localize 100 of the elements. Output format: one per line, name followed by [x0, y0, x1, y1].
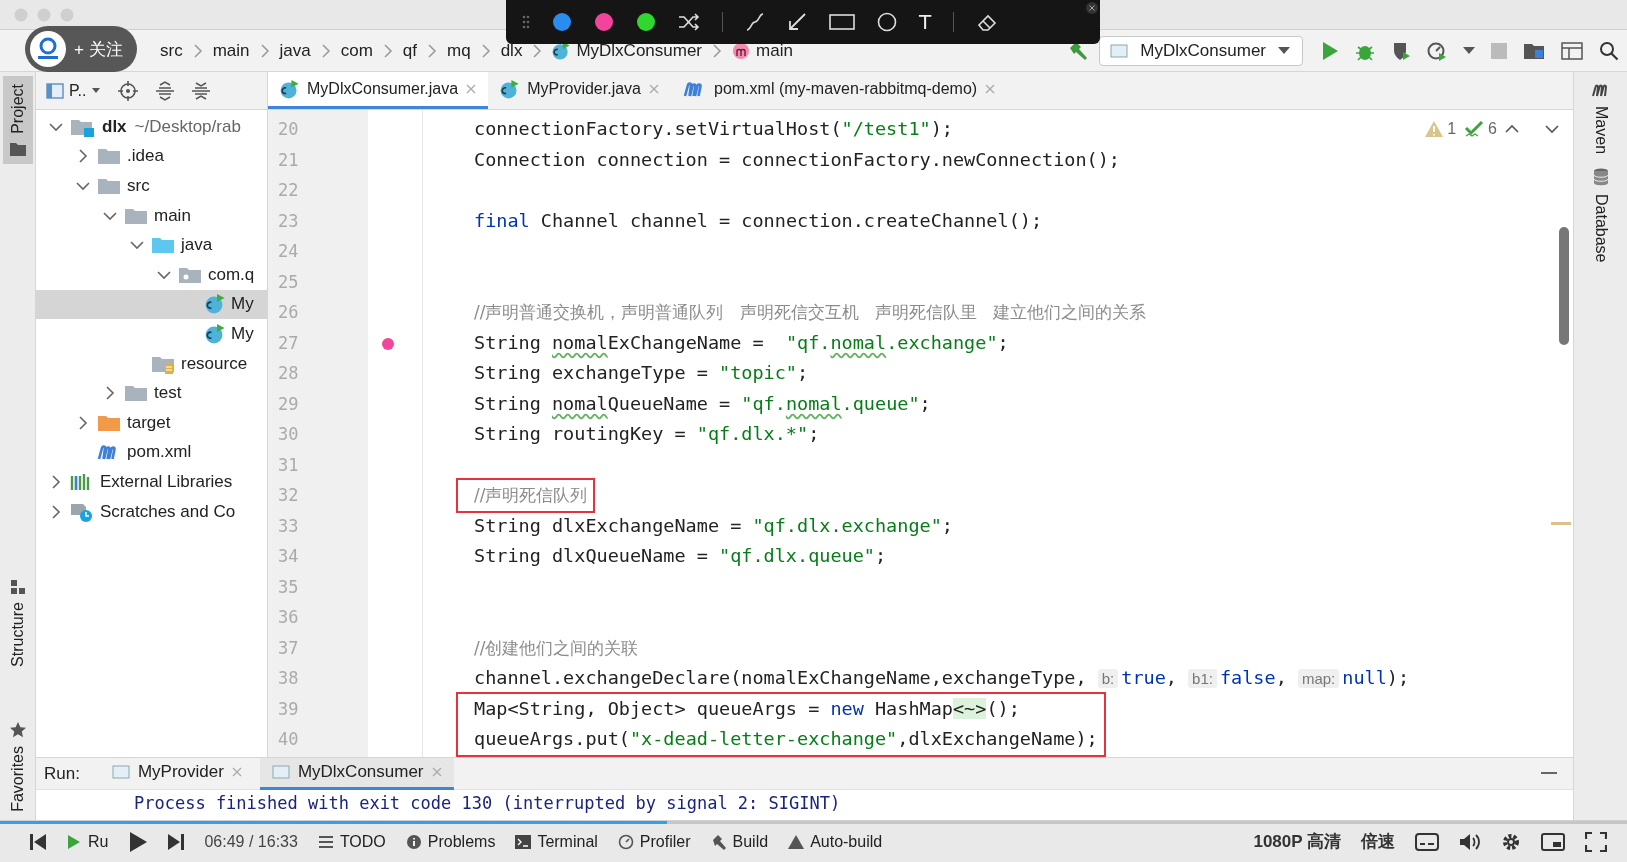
run-tab[interactable]: MyProvider: [99, 757, 254, 790]
eraser-icon[interactable]: [976, 12, 999, 32]
next-video-icon[interactable]: [168, 832, 185, 851]
chevron-right-icon[interactable]: [78, 414, 88, 431]
rectangle-tool-icon[interactable]: [829, 13, 855, 31]
tree-item[interactable]: dlx ~/Desktop/rab: [36, 112, 267, 142]
tree-item[interactable]: com.q: [36, 259, 267, 290]
line-number: 40: [278, 728, 300, 751]
play-icon[interactable]: [128, 830, 149, 853]
tool-window-button[interactable]: TODO: [317, 832, 386, 851]
line-number: 35: [278, 575, 300, 599]
class-icon: [205, 294, 225, 315]
side-tab[interactable]: Favorites: [2, 714, 33, 820]
tree-item[interactable]: My: [36, 289, 267, 320]
tree-item[interactable]: main: [36, 200, 267, 231]
locate-crosshair-icon[interactable]: [117, 80, 138, 101]
tool-window-button[interactable]: Build: [710, 832, 769, 851]
fullscreen-icon[interactable]: [1585, 831, 1607, 852]
shuffle-icon[interactable]: [678, 13, 700, 31]
editor-tab[interactable]: MyDlxConsumer.java: [268, 72, 489, 109]
scrollbar-thumb[interactable]: [1559, 227, 1569, 345]
arrow-tool-icon[interactable]: [787, 12, 807, 32]
tool-window-button[interactable]: Ru: [66, 832, 109, 851]
star-icon: [9, 722, 26, 739]
subtitles-icon[interactable]: [1415, 832, 1439, 851]
side-tab[interactable]: Maven: [1590, 82, 1611, 155]
tree-item[interactable]: pom.xml: [36, 437, 267, 468]
caret-icon[interactable]: [1463, 46, 1475, 55]
expand-all-icon[interactable]: [155, 80, 174, 101]
search-icon[interactable]: [1599, 40, 1619, 61]
chevron-right-icon[interactable]: [51, 473, 61, 490]
chevron-down-icon[interactable]: [156, 269, 172, 280]
typo-count[interactable]: 6: [1464, 120, 1497, 138]
tree-item[interactable]: Scratches and Co: [36, 496, 267, 527]
tree-item[interactable]: resource: [36, 348, 267, 379]
breadcrumb-item[interactable]: mq: [447, 40, 471, 61]
settings-icon[interactable]: [1501, 831, 1521, 852]
next-icon[interactable]: [1545, 124, 1559, 134]
chevron-down-icon[interactable]: [129, 240, 145, 251]
breadcrumb-item[interactable]: src: [160, 40, 183, 61]
class-icon: [500, 79, 520, 99]
run-tab[interactable]: MyDlxConsumer: [259, 757, 454, 790]
chevron-down-icon[interactable]: [102, 210, 118, 221]
text-tool-button[interactable]: T: [919, 10, 932, 34]
tree-item[interactable]: External Libraries: [36, 467, 267, 497]
breadcrumb-item[interactable]: qf: [402, 40, 418, 61]
editor-tab[interactable]: MyProvider.java: [488, 72, 671, 109]
tree-item[interactable]: test: [36, 378, 267, 408]
breadcrumb-item[interactable]: dlx: [500, 40, 523, 61]
tree-item[interactable]: java: [36, 230, 267, 260]
tree-item[interactable]: target: [36, 407, 267, 438]
editor-tab[interactable]: pom.xml (my-maven-rabbitmq-demo): [671, 72, 1008, 109]
chevron-down-icon[interactable]: [75, 181, 91, 191]
folder-icon: [97, 176, 121, 196]
video-quality-button[interactable]: 1080P 高清: [1253, 830, 1341, 853]
side-tab[interactable]: Database: [1591, 168, 1610, 263]
picture-in-picture-icon[interactable]: [1541, 832, 1565, 851]
project-view-dropdown[interactable]: P..: [46, 81, 100, 100]
curve-tool-icon[interactable]: [745, 12, 765, 32]
pen-color-swatch[interactable]: [636, 12, 656, 32]
chevron-right-icon[interactable]: [78, 148, 88, 165]
pen-color-swatch[interactable]: [552, 12, 572, 32]
chevron-right-icon: [532, 42, 543, 59]
console-output: Process finished with exit code 130 (interrupted by signal 2: SIGINT): [134, 792, 841, 815]
tree-item[interactable]: src: [36, 171, 267, 201]
tree-item[interactable]: .idea: [36, 141, 267, 172]
circle-tool-icon[interactable]: [877, 12, 897, 32]
side-tab[interactable]: Project: [2, 76, 33, 164]
warning-count[interactable]: 1: [1425, 120, 1457, 138]
tool-window-button[interactable]: Auto-build: [788, 832, 883, 851]
coverage-shield-icon[interactable]: [1391, 40, 1411, 61]
side-tab[interactable]: Structure: [2, 572, 33, 676]
tool-window-button[interactable]: Terminal: [515, 832, 598, 851]
video-progress-track[interactable]: [0, 821, 1627, 824]
terminal-icon: [515, 833, 532, 850]
tool-window-button[interactable]: Problems: [405, 832, 496, 851]
run-icon[interactable]: [1321, 40, 1339, 61]
tree-item[interactable]: My: [36, 319, 267, 349]
layout-icon[interactable]: [1561, 40, 1583, 61]
chevron-right-icon[interactable]: [105, 385, 115, 402]
breadcrumb-item[interactable]: main: [212, 40, 250, 61]
chevron-right-icon[interactable]: [51, 503, 61, 520]
previous-icon[interactable]: [1505, 124, 1519, 134]
follow-button[interactable]: + 关注: [25, 26, 137, 72]
run-configuration-dropdown[interactable]: MyDlxConsumer: [1099, 35, 1303, 66]
close-icon[interactable]: [1086, 2, 1098, 14]
previous-video-icon[interactable]: [30, 832, 46, 851]
playback-speed-button[interactable]: 倍速: [1361, 830, 1395, 853]
panel-icon: [46, 82, 64, 99]
code-line: Connection connection = connectionFactory.newConnection();: [474, 147, 1120, 172]
volume-icon[interactable]: [1459, 832, 1481, 851]
line-number: 25: [278, 270, 300, 294]
pen-color-swatch[interactable]: [594, 12, 614, 32]
caret-icon: [1278, 46, 1290, 55]
chevron-down-icon[interactable]: [48, 121, 64, 132]
breadcrumb-item[interactable]: com: [340, 40, 373, 61]
collapse-all-icon[interactable]: [191, 80, 210, 101]
profiler-gauge-icon[interactable]: [1427, 40, 1447, 61]
breadcrumb-item[interactable]: java: [279, 40, 311, 61]
tool-window-button[interactable]: Profiler: [617, 832, 691, 851]
